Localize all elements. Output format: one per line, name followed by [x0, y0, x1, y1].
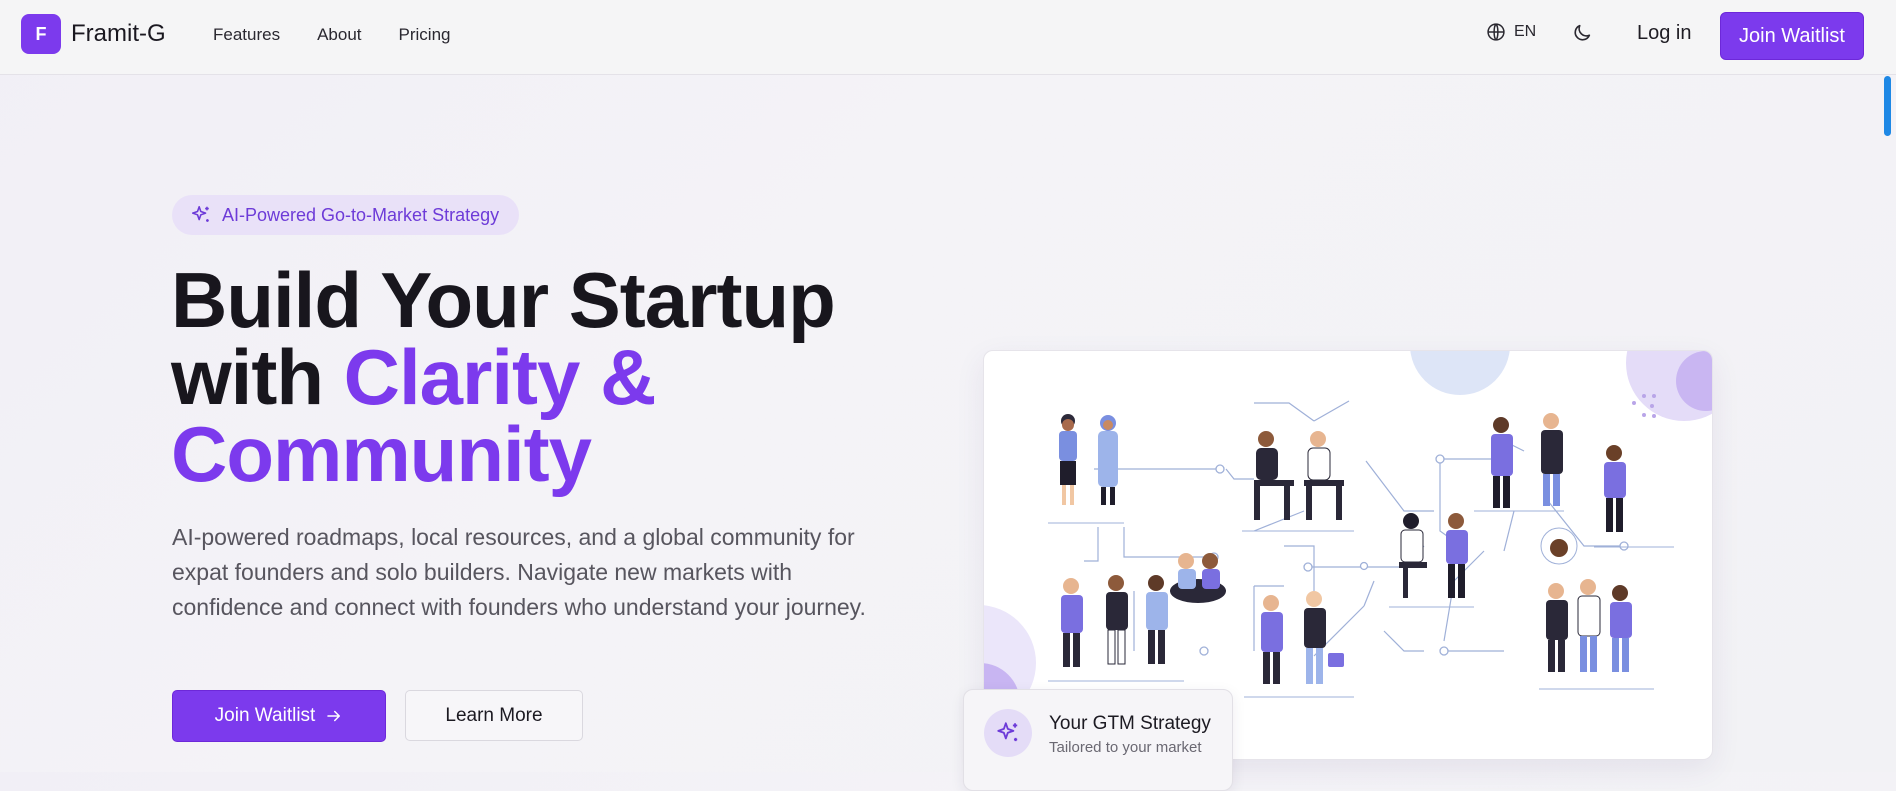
join-waitlist-nav-button[interactable]: Join Waitlist	[1720, 12, 1864, 60]
language-selector[interactable]: EN	[1486, 22, 1536, 42]
logo-letter: F	[35, 23, 47, 44]
moon-icon[interactable]	[1571, 22, 1593, 44]
sparkles-icon	[191, 205, 209, 222]
headline-accent-clarity: Clarity &	[343, 333, 657, 421]
brand-name[interactable]: Framit-G	[71, 20, 166, 48]
nav-link-pricing[interactable]: Pricing	[399, 25, 451, 45]
gtm-card-title: Your GTM Strategy	[1049, 713, 1211, 734]
headline-line-2-prefix: with	[171, 333, 344, 421]
learn-more-label: Learn More	[445, 704, 543, 726]
join-waitlist-nav-label: Join Waitlist	[1739, 24, 1845, 47]
person-group	[1048, 413, 1674, 698]
nav-link-features[interactable]: Features	[213, 25, 280, 45]
gtm-icon-badge	[984, 709, 1032, 757]
primary-nav: Features About Pricing	[213, 25, 451, 45]
headline-line-1: Build Your Startup	[171, 256, 836, 344]
join-waitlist-hero-button[interactable]: Join Waitlist	[172, 690, 386, 742]
hero-description: AI-powered roadmaps, local resources, an…	[172, 524, 866, 620]
logo-mark[interactable]: F	[21, 14, 61, 54]
top-navbar: F Framit-G Features About Pricing EN Log…	[0, 0, 1896, 75]
join-waitlist-hero-label: Join Waitlist	[214, 705, 316, 726]
hero-badge-label: AI-Powered Go-to-Market Strategy	[222, 204, 500, 225]
headline-accent-community: Community	[171, 410, 592, 498]
scrollbar-thumb[interactable]	[1884, 76, 1891, 136]
login-link[interactable]: Log in	[1637, 22, 1692, 45]
hero-badge: AI-Powered Go-to-Market Strategy	[172, 195, 520, 235]
sparkles-icon	[997, 722, 1018, 742]
nav-link-about[interactable]: About	[317, 25, 361, 45]
gtm-strategy-card: Your GTM Strategy Tailored to your marke…	[963, 689, 1233, 791]
language-code: EN	[1514, 23, 1537, 40]
arrow-right-icon	[327, 710, 341, 722]
globe-icon	[1487, 23, 1505, 41]
learn-more-button[interactable]: Learn More	[405, 690, 583, 741]
hero-headline: Build Your Startup with Clarity & Commun…	[171, 261, 931, 493]
gtm-card-subtitle: Tailored to your market	[1049, 739, 1202, 756]
